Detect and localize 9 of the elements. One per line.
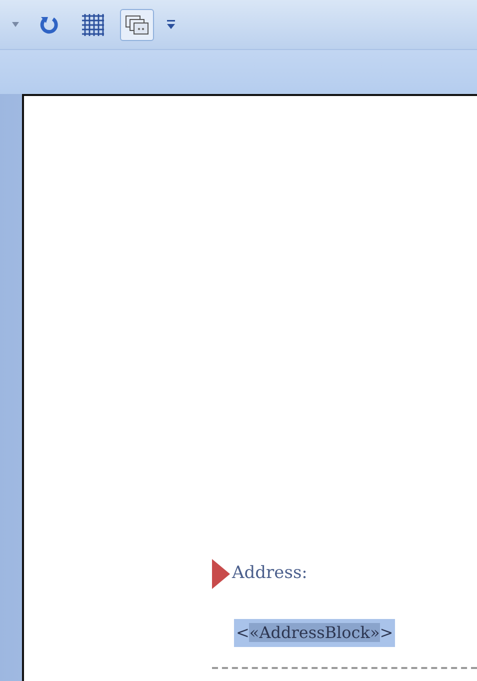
merge-field[interactable]: <«AddressBlock»> bbox=[234, 619, 396, 647]
stacked-windows-icon bbox=[125, 14, 149, 34]
address-label: Address: bbox=[232, 562, 308, 586]
grid-icon bbox=[82, 14, 104, 36]
toolbar-button[interactable] bbox=[120, 8, 154, 40]
circular-arrow-icon bbox=[39, 14, 59, 34]
triangle-marker-icon bbox=[212, 559, 230, 589]
caret-icon bbox=[12, 22, 18, 27]
customize-arrow-icon bbox=[167, 20, 175, 30]
